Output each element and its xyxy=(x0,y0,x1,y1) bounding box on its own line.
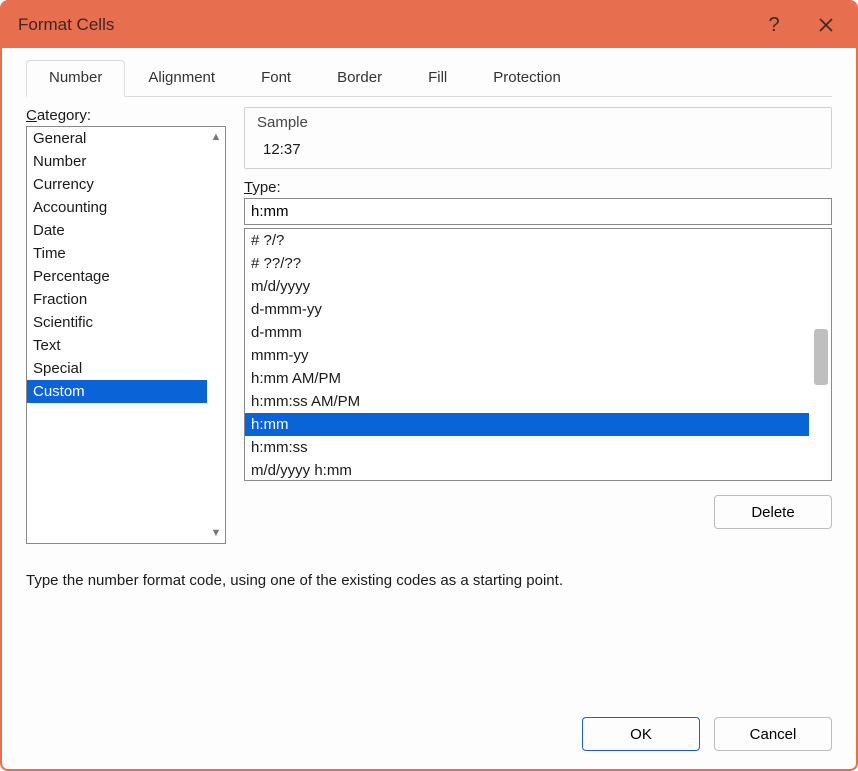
tab-alignment[interactable]: Alignment xyxy=(125,60,238,97)
close-icon xyxy=(818,17,834,33)
close-button[interactable] xyxy=(800,2,852,48)
tab-fill[interactable]: Fill xyxy=(405,60,470,97)
category-item-special[interactable]: Special xyxy=(27,357,207,380)
type-item[interactable]: m/d/yyyy h:mm xyxy=(245,459,809,480)
scrollbar-thumb[interactable] xyxy=(814,329,828,385)
tab-border[interactable]: Border xyxy=(314,60,405,97)
type-item[interactable]: m/d/yyyy xyxy=(245,275,809,298)
format-cells-dialog: Format Cells ? Number Alignment Font Bor… xyxy=(0,0,858,771)
category-item-custom[interactable]: Custom xyxy=(27,380,207,403)
tabstrip: Number Alignment Font Border Fill Protec… xyxy=(26,60,832,97)
type-item[interactable]: h:mm AM/PM xyxy=(245,367,809,390)
category-label: Category: xyxy=(26,107,226,124)
titlebar: Format Cells ? xyxy=(2,2,856,48)
sample-value: 12:37 xyxy=(257,141,819,158)
dialog-title: Format Cells xyxy=(18,15,748,35)
help-button[interactable]: ? xyxy=(748,2,800,48)
type-item[interactable]: h:mm:ss xyxy=(245,436,809,459)
category-item-percentage[interactable]: Percentage xyxy=(27,265,207,288)
sample-label: Sample xyxy=(257,114,819,131)
dialog-body: Number Alignment Font Border Fill Protec… xyxy=(2,48,856,769)
type-item[interactable]: # ??/?? xyxy=(245,252,809,275)
ok-button[interactable]: OK xyxy=(582,717,700,751)
category-item-scientific[interactable]: Scientific xyxy=(27,311,207,334)
category-item-time[interactable]: Time xyxy=(27,242,207,265)
type-item[interactable]: h:mm xyxy=(245,413,809,436)
type-item[interactable]: h:mm:ss AM/PM xyxy=(245,390,809,413)
category-item-text[interactable]: Text xyxy=(27,334,207,357)
tab-protection[interactable]: Protection xyxy=(470,60,584,97)
hint-text: Type the number format code, using one o… xyxy=(26,572,832,589)
category-item-date[interactable]: Date xyxy=(27,219,207,242)
category-item-currency[interactable]: Currency xyxy=(27,173,207,196)
category-listbox[interactable]: General Number Currency Accounting Date … xyxy=(26,126,226,544)
type-item[interactable]: mmm-yy xyxy=(245,344,809,367)
category-item-accounting[interactable]: Accounting xyxy=(27,196,207,219)
type-input[interactable] xyxy=(244,198,832,225)
category-item-fraction[interactable]: Fraction xyxy=(27,288,207,311)
type-item[interactable]: # ?/? xyxy=(245,229,809,252)
category-item-number[interactable]: Number xyxy=(27,150,207,173)
sample-box: Sample 12:37 xyxy=(244,107,832,169)
tab-number[interactable]: Number xyxy=(26,60,125,97)
type-label: Type: xyxy=(244,179,832,196)
category-item-general[interactable]: General xyxy=(27,127,207,150)
dialog-footer: OK Cancel xyxy=(26,697,832,751)
scroll-down-icon[interactable]: ▼ xyxy=(208,525,224,541)
delete-button[interactable]: Delete xyxy=(714,495,832,529)
type-item[interactable]: d-mmm xyxy=(245,321,809,344)
tab-font[interactable]: Font xyxy=(238,60,314,97)
type-listbox[interactable]: # ?/? # ??/?? m/d/yyyy d-mmm-yy d-mmm mm… xyxy=(244,228,832,481)
cancel-button[interactable]: Cancel xyxy=(714,717,832,751)
scroll-up-icon[interactable]: ▲ xyxy=(208,129,224,145)
type-item[interactable]: d-mmm-yy xyxy=(245,298,809,321)
